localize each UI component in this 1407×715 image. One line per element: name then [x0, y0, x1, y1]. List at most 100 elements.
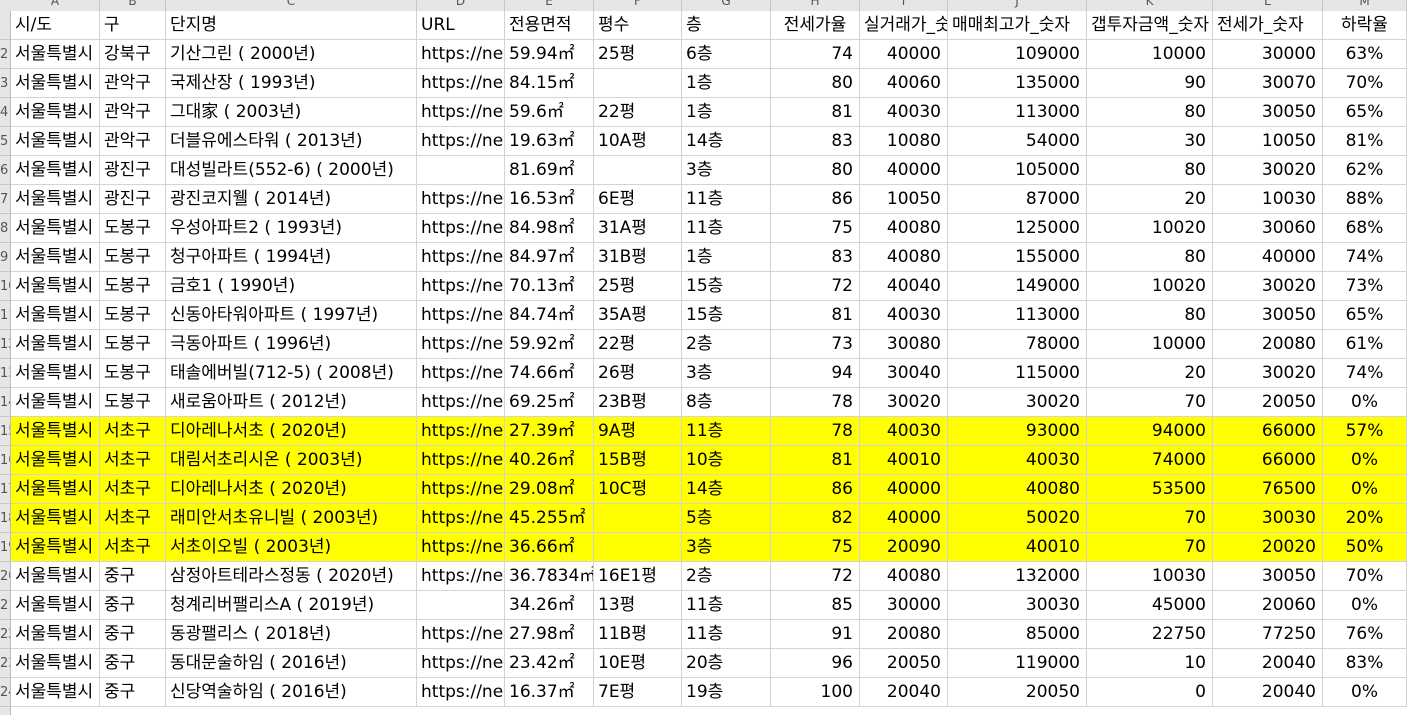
table-cell[interactable]: 87000 [948, 185, 1087, 214]
table-cell[interactable]: https://new.land.naver.com [417, 69, 505, 98]
table-cell[interactable]: 115000 [948, 359, 1087, 388]
table-cell[interactable]: 86 [771, 185, 860, 214]
table-cell[interactable]: 30000 [860, 591, 948, 620]
table-cell[interactable]: 83 [771, 243, 860, 272]
table-cell[interactable]: 81 [771, 98, 860, 127]
table-cell[interactable]: 14층 [682, 127, 771, 156]
table-cell[interactable]: 16E1평 [594, 562, 682, 591]
row-number[interactable]: 17 [0, 475, 10, 504]
table-cell[interactable]: https://new.land.naver.com [417, 533, 505, 562]
table-cell[interactable]: 20060 [1213, 591, 1323, 620]
table-cell[interactable]: 30070 [1213, 69, 1323, 98]
table-cell[interactable]: https://new.land.naver.com [417, 504, 505, 533]
table-cell[interactable]: 76% [1323, 620, 1407, 649]
table-cell[interactable]: 국제산장 ( 1993년) [166, 69, 417, 98]
table-cell[interactable]: 삼정아트테라스정동 ( 2020년) [166, 562, 417, 591]
table-cell[interactable]: 10A평 [594, 127, 682, 156]
table-cell[interactable]: 113000 [948, 98, 1087, 127]
row-number[interactable]: 11 [0, 301, 10, 330]
table-cell[interactable]: 35A평 [594, 301, 682, 330]
table-cell[interactable]: 도봉구 [100, 388, 166, 417]
table-cell[interactable]: 30030 [1213, 504, 1323, 533]
table-cell[interactable]: 10C평 [594, 475, 682, 504]
table-cell[interactable]: 기산그린 ( 2000년) [166, 40, 417, 69]
table-cell[interactable]: 30020 [1213, 156, 1323, 185]
table-cell[interactable]: 20 [1087, 185, 1213, 214]
table-cell[interactable]: 1층 [682, 243, 771, 272]
table-cell[interactable]: 109000 [948, 40, 1087, 69]
table-cell[interactable]: https://new.land.naver.com [417, 127, 505, 156]
table-cell[interactable]: 대성빌라트(552-6) ( 2000년) [166, 156, 417, 185]
row-number[interactable]: 7 [0, 185, 10, 214]
table-cell[interactable]: 30020 [860, 388, 948, 417]
table-cell[interactable]: 40030 [860, 301, 948, 330]
table-cell[interactable]: 그대家 ( 2003년) [166, 98, 417, 127]
table-cell[interactable]: 30050 [1213, 562, 1323, 591]
table-cell[interactable]: 도봉구 [100, 330, 166, 359]
table-cell[interactable]: 40.26㎡ [505, 446, 594, 475]
table-cell[interactable]: 7E평 [594, 678, 682, 707]
column-header-cell[interactable]: 단지명 [166, 11, 417, 40]
table-cell[interactable]: 80 [1087, 301, 1213, 330]
table-cell[interactable]: 11층 [682, 620, 771, 649]
table-cell[interactable]: 서울특별시 [11, 330, 100, 359]
column-letter-13[interactable]: M [1323, 0, 1407, 11]
table-cell[interactable]: 5층 [682, 504, 771, 533]
column-header-cell[interactable]: 전용면적 [505, 11, 594, 40]
table-cell[interactable]: 68% [1323, 214, 1407, 243]
table-cell[interactable]: 도봉구 [100, 243, 166, 272]
table-cell[interactable]: 40000 [1213, 243, 1323, 272]
table-cell[interactable]: 80 [1087, 243, 1213, 272]
table-cell[interactable]: 6층 [682, 40, 771, 69]
table-cell[interactable]: 3층 [682, 156, 771, 185]
table-cell[interactable]: 20050 [860, 649, 948, 678]
table-cell[interactable]: 30000 [1213, 40, 1323, 69]
table-cell[interactable]: 40000 [860, 40, 948, 69]
table-cell[interactable]: 74% [1323, 359, 1407, 388]
table-cell[interactable]: 9A평 [594, 417, 682, 446]
table-cell[interactable]: 27.98㎡ [505, 620, 594, 649]
row-number[interactable]: 14 [0, 388, 10, 417]
table-cell[interactable]: 40010 [948, 533, 1087, 562]
row-number[interactable]: 15 [0, 417, 10, 446]
column-letter-9[interactable]: I [860, 0, 948, 11]
table-cell[interactable]: 73 [771, 330, 860, 359]
row-number[interactable]: 5 [0, 127, 10, 156]
table-cell[interactable]: 40080 [860, 243, 948, 272]
table-cell[interactable] [417, 156, 505, 185]
table-cell[interactable]: 74% [1323, 243, 1407, 272]
table-cell[interactable]: 신당역술하임 ( 2016년) [166, 678, 417, 707]
table-cell[interactable] [417, 591, 505, 620]
table-cell[interactable]: 10020 [1087, 214, 1213, 243]
table-cell[interactable]: https://new.land.naver.com [417, 446, 505, 475]
column-letter-5[interactable]: E [505, 0, 594, 11]
table-cell[interactable]: 서울특별시 [11, 678, 100, 707]
table-cell[interactable]: 14층 [682, 475, 771, 504]
table-cell[interactable]: 10030 [1213, 185, 1323, 214]
row-number[interactable]: 4 [0, 98, 10, 127]
table-cell[interactable]: 15B평 [594, 446, 682, 475]
table-cell[interactable]: 2층 [682, 330, 771, 359]
table-cell[interactable]: 70 [1087, 388, 1213, 417]
table-cell[interactable]: 61% [1323, 330, 1407, 359]
table-cell[interactable]: 73% [1323, 272, 1407, 301]
table-cell[interactable]: 동대문술하임 ( 2016년) [166, 649, 417, 678]
table-cell[interactable]: 30040 [860, 359, 948, 388]
table-cell[interactable]: 20050 [1213, 388, 1323, 417]
table-cell[interactable]: https://new.land.naver.com [417, 272, 505, 301]
table-cell[interactable]: 30050 [1213, 301, 1323, 330]
table-cell[interactable]: 135000 [948, 69, 1087, 98]
table-cell[interactable]: 광진구 [100, 185, 166, 214]
table-cell[interactable]: 도봉구 [100, 359, 166, 388]
table-cell[interactable]: 40000 [860, 475, 948, 504]
table-cell[interactable]: https://new.land.naver.com [417, 562, 505, 591]
table-cell[interactable]: 20% [1323, 504, 1407, 533]
table-cell[interactable]: https://new.land.naver.com [417, 214, 505, 243]
column-letter-4[interactable]: D [417, 0, 505, 11]
table-cell[interactable]: 8층 [682, 388, 771, 417]
table-cell[interactable]: 0% [1323, 446, 1407, 475]
table-cell[interactable]: 서울특별시 [11, 475, 100, 504]
table-cell[interactable]: 85 [771, 591, 860, 620]
table-cell[interactable]: 88% [1323, 185, 1407, 214]
table-cell[interactable]: 20040 [1213, 678, 1323, 707]
